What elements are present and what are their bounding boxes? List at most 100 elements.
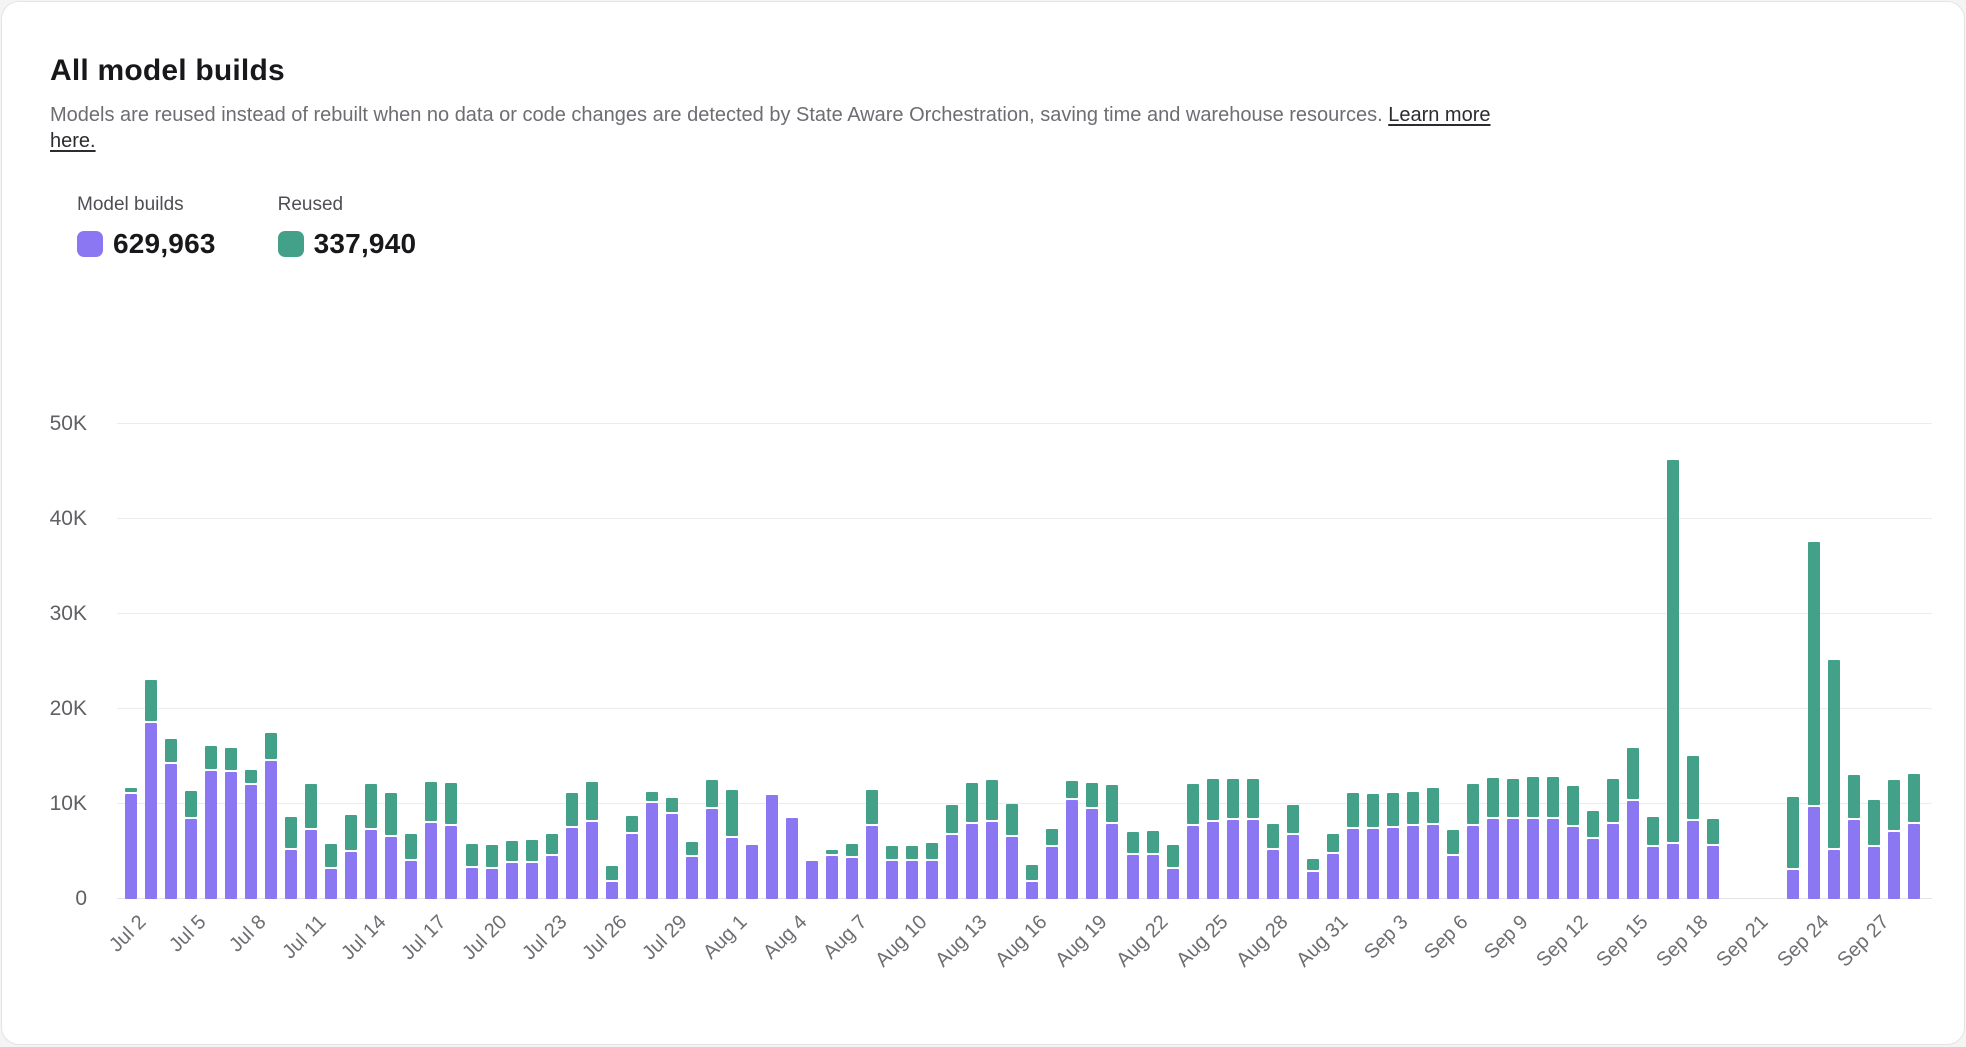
bar-segment-reused[interactable] <box>1267 824 1279 848</box>
bar-segment-reused[interactable] <box>285 817 297 847</box>
bar-segment-reused[interactable] <box>1828 660 1840 848</box>
bar-segment-model-builds[interactable] <box>706 809 718 899</box>
bar-segment-model-builds[interactable] <box>1868 847 1880 899</box>
bar-segment-reused[interactable] <box>826 850 838 855</box>
bar-segment-model-builds[interactable] <box>1627 801 1639 899</box>
bar-segment-model-builds[interactable] <box>1808 807 1820 899</box>
bar-segment-reused[interactable] <box>405 834 417 859</box>
bar-segment-reused[interactable] <box>425 782 437 821</box>
bar-segment-reused[interactable] <box>906 846 918 859</box>
bar-segment-model-builds[interactable] <box>1307 872 1319 899</box>
bar-segment-reused[interactable] <box>1026 865 1038 880</box>
bar-segment-model-builds[interactable] <box>586 822 598 899</box>
bar-segment-model-builds[interactable] <box>285 850 297 899</box>
bar-segment-model-builds[interactable] <box>1066 800 1078 899</box>
bar-segment-reused[interactable] <box>1487 778 1499 817</box>
bar-segment-model-builds[interactable] <box>1667 844 1679 899</box>
bar-segment-model-builds[interactable] <box>786 818 798 899</box>
bar-segment-model-builds[interactable] <box>445 826 457 899</box>
bar-segment-model-builds[interactable] <box>986 822 998 899</box>
bar-segment-model-builds[interactable] <box>1207 822 1219 899</box>
bar-segment-model-builds[interactable] <box>926 861 938 899</box>
bar-segment-model-builds[interactable] <box>1086 809 1098 899</box>
bar-segment-reused[interactable] <box>205 746 217 769</box>
bar-segment-model-builds[interactable] <box>405 861 417 899</box>
bar-segment-reused[interactable] <box>1347 793 1359 826</box>
bar-segment-reused[interactable] <box>966 783 978 822</box>
bar-segment-model-builds[interactable] <box>1327 854 1339 899</box>
bar-segment-model-builds[interactable] <box>325 869 337 899</box>
bar-segment-reused[interactable] <box>1587 811 1599 838</box>
bar-segment-reused[interactable] <box>706 780 718 807</box>
bar-segment-reused[interactable] <box>1647 817 1659 845</box>
bar-segment-model-builds[interactable] <box>1006 837 1018 899</box>
bar-segment-reused[interactable] <box>1547 777 1559 817</box>
bar-segment-model-builds[interactable] <box>305 830 317 899</box>
bar-segment-reused[interactable] <box>1507 779 1519 817</box>
bar-segment-model-builds[interactable] <box>806 861 818 899</box>
bar-segment-reused[interactable] <box>506 841 518 861</box>
bar-segment-model-builds[interactable] <box>245 785 257 899</box>
bar-segment-model-builds[interactable] <box>866 826 878 899</box>
bar-segment-model-builds[interactable] <box>766 795 778 899</box>
bar-segment-model-builds[interactable] <box>686 857 698 899</box>
bar-segment-model-builds[interactable] <box>145 723 157 899</box>
bar-segment-model-builds[interactable] <box>205 771 217 899</box>
bar-segment-model-builds[interactable] <box>1106 824 1118 899</box>
bar-segment-model-builds[interactable] <box>385 837 397 899</box>
bar-segment-model-builds[interactable] <box>1287 835 1299 899</box>
bar-segment-reused[interactable] <box>1888 780 1900 829</box>
bar-segment-reused[interactable] <box>1287 805 1299 834</box>
bar-segment-reused[interactable] <box>1086 783 1098 807</box>
bar-segment-reused[interactable] <box>646 792 658 802</box>
bar-segment-reused[interactable] <box>365 784 377 828</box>
bar-segment-model-builds[interactable] <box>466 868 478 899</box>
bar-segment-reused[interactable] <box>1127 832 1139 853</box>
bar-segment-model-builds[interactable] <box>946 835 958 899</box>
bar-segment-model-builds[interactable] <box>1026 882 1038 899</box>
bar-segment-model-builds[interactable] <box>1848 820 1860 899</box>
bar-segment-reused[interactable] <box>466 844 478 866</box>
bar-segment-reused[interactable] <box>726 790 738 837</box>
bar-segment-model-builds[interactable] <box>1908 824 1920 899</box>
bar-segment-reused[interactable] <box>526 840 538 861</box>
bar-segment-reused[interactable] <box>445 783 457 824</box>
bar-segment-reused[interactable] <box>325 844 337 867</box>
bar-segment-reused[interactable] <box>626 816 638 832</box>
bar-segment-model-builds[interactable] <box>486 869 498 899</box>
bar-segment-model-builds[interactable] <box>1647 847 1659 899</box>
bar-segment-reused[interactable] <box>666 798 678 812</box>
bar-segment-model-builds[interactable] <box>1447 856 1459 899</box>
bar-segment-model-builds[interactable] <box>606 882 618 899</box>
bar-segment-model-builds[interactable] <box>1547 819 1559 899</box>
bar-segment-model-builds[interactable] <box>886 861 898 899</box>
bar-segment-reused[interactable] <box>145 680 157 721</box>
bar-segment-model-builds[interactable] <box>1347 829 1359 899</box>
bar-segment-model-builds[interactable] <box>1527 819 1539 899</box>
bar-segment-model-builds[interactable] <box>1187 826 1199 899</box>
bar-segment-model-builds[interactable] <box>726 838 738 899</box>
bar-segment-model-builds[interactable] <box>1828 850 1840 899</box>
bar-segment-model-builds[interactable] <box>1888 832 1900 899</box>
bar-segment-reused[interactable] <box>1327 834 1339 852</box>
bar-segment-model-builds[interactable] <box>345 852 357 900</box>
bar-segment-reused[interactable] <box>886 846 898 859</box>
bar-segment-reused[interactable] <box>1187 784 1199 824</box>
bar-segment-model-builds[interactable] <box>1507 819 1519 899</box>
bar-segment-model-builds[interactable] <box>1607 824 1619 899</box>
bar-segment-reused[interactable] <box>1787 797 1799 867</box>
bar-segment-model-builds[interactable] <box>1127 855 1139 899</box>
bar-segment-reused[interactable] <box>385 793 397 835</box>
bar-segment-model-builds[interactable] <box>365 830 377 899</box>
bar-segment-reused[interactable] <box>245 770 257 783</box>
bar-segment-reused[interactable] <box>1447 830 1459 855</box>
bar-segment-reused[interactable] <box>125 788 137 792</box>
bar-segment-reused[interactable] <box>606 866 618 880</box>
bar-segment-model-builds[interactable] <box>846 858 858 899</box>
bar-segment-reused[interactable] <box>1167 845 1179 867</box>
bar-segment-model-builds[interactable] <box>1046 847 1058 899</box>
bar-segment-reused[interactable] <box>1868 800 1880 845</box>
bar-segment-model-builds[interactable] <box>1147 855 1159 899</box>
bar-segment-model-builds[interactable] <box>1247 820 1259 899</box>
bar-segment-reused[interactable] <box>1607 779 1619 822</box>
